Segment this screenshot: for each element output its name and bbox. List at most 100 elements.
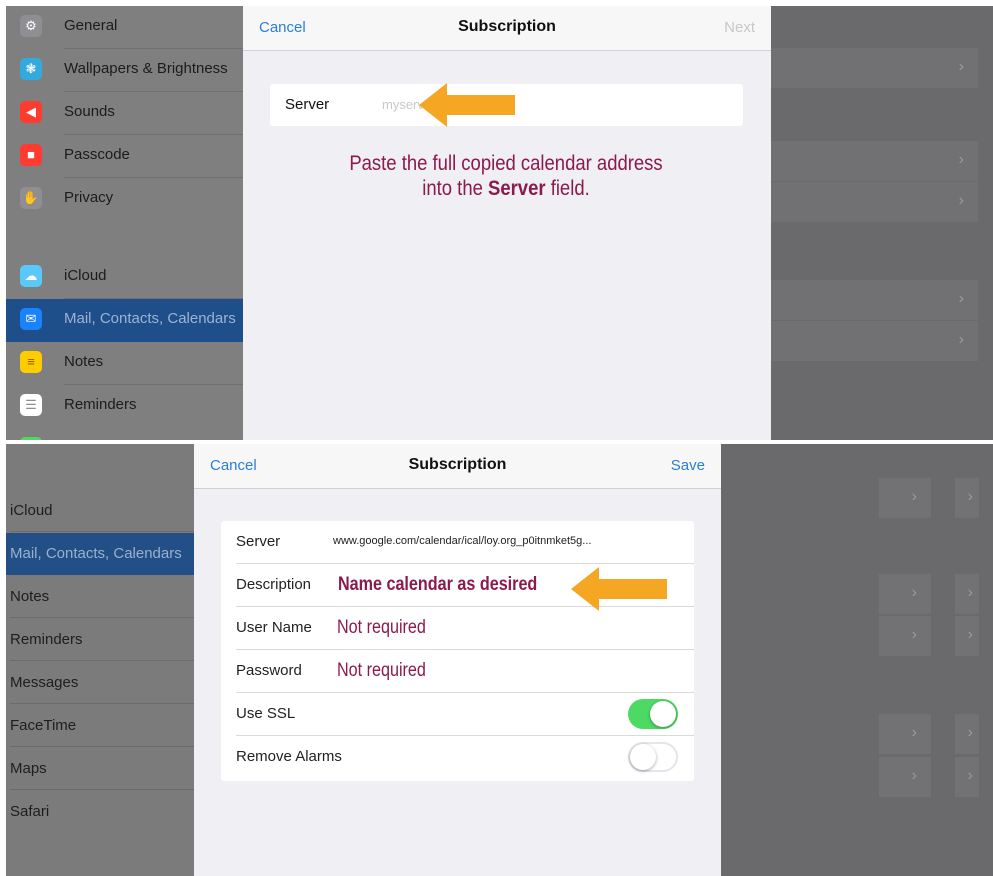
detail-row[interactable]: › xyxy=(955,478,979,518)
instruction-line-2-bold: Server xyxy=(488,177,546,200)
top-screenshot: › › › › › ⚙ General ❃ Wallpapers & Brigh… xyxy=(6,6,993,440)
sidebar-item-privacy[interactable]: ✋ Privacy xyxy=(6,178,246,221)
chevron-right-icon: › xyxy=(958,290,964,307)
sidebar-item-notes[interactable]: Notes xyxy=(6,576,196,618)
sidebar-item-facetime[interactable]: FaceTime xyxy=(6,705,196,747)
description-annotation[interactable]: Name calendar as desired xyxy=(338,574,537,596)
server-label: Server xyxy=(236,533,281,550)
subscription-sheet: Cancel Subscription Next Server myserver… xyxy=(243,6,771,440)
detail-row[interactable]: › xyxy=(879,574,931,614)
sidebar-item-label: Safari xyxy=(10,803,50,820)
sidebar-item-label: Wallpapers & Brightness xyxy=(64,60,228,77)
divider xyxy=(10,617,196,618)
sheet-title: Subscription xyxy=(408,456,507,473)
detail-row[interactable]: › xyxy=(879,714,931,754)
detail-row[interactable]: › xyxy=(770,141,978,181)
sidebar-item-wallpapers[interactable]: ❃ Wallpapers & Brightness xyxy=(6,49,246,92)
settings-sidebar: iCloud Mail, Contacts, Calendars Notes R… xyxy=(6,444,196,876)
sidebar-item-messages[interactable]: Messages xyxy=(6,662,196,704)
detail-row[interactable]: › xyxy=(879,616,931,656)
detail-row[interactable]: › xyxy=(770,182,978,222)
description-label: Description xyxy=(236,576,312,593)
divider xyxy=(10,703,196,704)
sidebar-item-label: Reminders xyxy=(10,631,83,648)
username-label: User Name xyxy=(236,619,312,636)
sidebar-item-messages[interactable] xyxy=(6,428,246,440)
remove-alarms-label: Remove Alarms xyxy=(236,748,342,765)
sidebar-item-reminders[interactable]: ☰ Reminders xyxy=(6,385,246,428)
sheet-title: Subscription xyxy=(458,18,556,35)
settings-sidebar: ⚙ General ❃ Wallpapers & Brightness ◀ So… xyxy=(6,6,246,440)
username-row[interactable]: User Name Not required xyxy=(221,607,694,650)
server-input[interactable]: www.google.com/calendar/ical/loy.org_p0i… xyxy=(333,535,591,547)
toggle-knob xyxy=(650,701,676,727)
detail-row[interactable]: › xyxy=(955,757,979,797)
sidebar-item-label: FaceTime xyxy=(10,717,77,734)
chevron-right-icon: › xyxy=(911,488,917,505)
detail-row[interactable]: › xyxy=(879,757,931,797)
toggle-knob xyxy=(630,744,656,770)
use-ssl-toggle[interactable] xyxy=(628,699,678,729)
save-button[interactable]: Save xyxy=(671,457,705,474)
sidebar-item-icloud[interactable]: ☁ iCloud xyxy=(6,256,246,299)
sidebar-item-label: iCloud xyxy=(64,267,107,284)
divider xyxy=(10,789,196,790)
chevron-right-icon: › xyxy=(967,626,973,643)
chevron-right-icon: › xyxy=(958,151,964,168)
sidebar-item-reminders[interactable]: Reminders xyxy=(6,619,196,661)
sidebar-item-sounds[interactable]: ◀ Sounds xyxy=(6,92,246,135)
sidebar-item-maps[interactable]: Maps xyxy=(6,748,196,790)
instruction-line-1: Paste the full copied calendar address xyxy=(349,152,663,175)
username-annotation[interactable]: Not required xyxy=(337,617,426,639)
detail-row[interactable]: › xyxy=(955,714,979,754)
notepad-icon: ≡ xyxy=(20,351,42,373)
sidebar-item-notes[interactable]: ≡ Notes xyxy=(6,342,246,385)
sidebar-item-mail-contacts-calendars[interactable]: ✉ Mail, Contacts, Calendars xyxy=(6,299,246,342)
server-row[interactable]: Server www.google.com/calendar/ical/loy.… xyxy=(221,521,694,564)
speech-bubble-icon xyxy=(20,437,42,440)
detail-row[interactable]: › xyxy=(955,616,979,656)
divider xyxy=(10,746,196,747)
chevron-right-icon: › xyxy=(911,767,917,784)
chevron-right-icon: › xyxy=(958,58,964,75)
detail-row[interactable]: › xyxy=(770,48,978,88)
chevron-right-icon: › xyxy=(967,584,973,601)
detail-row[interactable]: › xyxy=(955,574,979,614)
instruction-line-2-pre: into the xyxy=(422,177,489,200)
sidebar-item-label: Privacy xyxy=(64,189,114,206)
cloud-icon: ☁ xyxy=(20,265,42,287)
speaker-icon: ◀ xyxy=(20,101,42,123)
sidebar-item-passcode[interactable]: ■ Passcode xyxy=(6,135,246,178)
password-annotation[interactable]: Not required xyxy=(337,660,426,682)
remove-alarms-row: Remove Alarms xyxy=(221,736,694,779)
sidebar-item-label: Messages xyxy=(10,674,79,691)
chevron-right-icon: › xyxy=(911,626,917,643)
password-row[interactable]: Password Not required xyxy=(221,650,694,693)
chevron-right-icon: › xyxy=(967,488,973,505)
sidebar-item-safari[interactable]: Safari xyxy=(6,791,196,833)
sidebar-item-general[interactable]: ⚙ General xyxy=(6,6,246,49)
sidebar-item-mail-contacts-calendars[interactable]: Mail, Contacts, Calendars xyxy=(6,533,196,575)
subscription-form: Server www.google.com/calendar/ical/loy.… xyxy=(221,521,694,781)
settings-detail-background xyxy=(721,444,993,876)
sidebar-item-label: Mail, Contacts, Calendars xyxy=(64,310,236,327)
use-ssl-label: Use SSL xyxy=(236,705,296,722)
remove-alarms-toggle[interactable] xyxy=(628,742,678,772)
next-button[interactable]: Next xyxy=(724,19,755,36)
detail-row[interactable]: › xyxy=(770,321,978,361)
hand-icon: ✋ xyxy=(20,187,42,209)
divider xyxy=(10,660,196,661)
detail-row[interactable]: › xyxy=(879,478,931,518)
chevron-right-icon: › xyxy=(967,724,973,741)
divider xyxy=(10,531,196,532)
subscription-sheet: Cancel Subscription Save Server www.goog… xyxy=(194,444,721,876)
instruction-line-2-post: field. xyxy=(545,177,590,200)
sheet-navbar: Cancel Subscription Next xyxy=(243,6,771,51)
sidebar-item-label: General xyxy=(64,17,118,34)
sidebar-item-label: Mail, Contacts, Calendars xyxy=(10,545,182,562)
detail-row[interactable]: › xyxy=(770,280,978,320)
chevron-right-icon: › xyxy=(911,584,917,601)
sidebar-item-label: Reminders xyxy=(64,396,137,413)
annotation-arrow xyxy=(419,83,515,127)
sidebar-item-icloud[interactable]: iCloud xyxy=(6,490,196,532)
